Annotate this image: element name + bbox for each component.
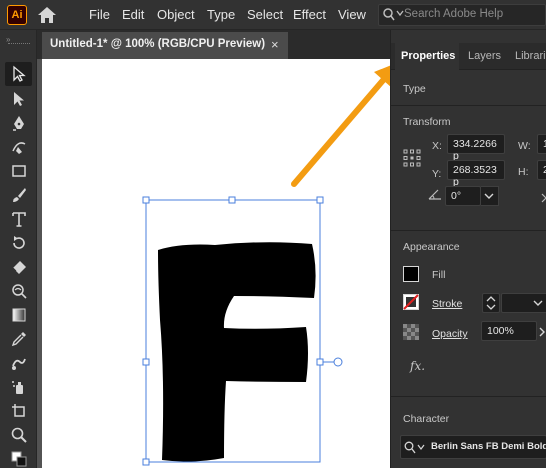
flip-icon[interactable] (541, 193, 546, 203)
w-label: W: (518, 140, 531, 152)
y-label: Y: (432, 168, 442, 180)
chevron-right-icon[interactable] (538, 326, 546, 338)
letter-f-artwork[interactable] (158, 242, 316, 462)
section-divider (391, 396, 546, 397)
stroke-weight-field[interactable] (501, 293, 533, 313)
angle-dropdown-button[interactable] (481, 186, 499, 206)
stroke-weight-stepper[interactable] (482, 293, 500, 313)
section-divider (391, 230, 546, 231)
fill-label: Fill (432, 269, 446, 281)
chevron-down-icon (484, 193, 494, 199)
search-icon (404, 441, 416, 454)
w-field[interactable]: 1 (537, 134, 546, 154)
h-field[interactable]: 2 (537, 160, 546, 180)
chevron-down-icon (417, 444, 425, 450)
angle-icon (428, 189, 441, 200)
opacity-label[interactable]: Opacity (432, 328, 468, 340)
rotate-handle[interactable] (333, 357, 343, 367)
type-section-title: Type (403, 83, 426, 95)
x-field[interactable]: 334.2266 p (447, 134, 505, 162)
chevron-down-icon (533, 300, 543, 306)
stroke-swatch-none-icon[interactable] (403, 294, 419, 310)
tab-libraries[interactable]: Librari (515, 50, 546, 62)
rotate-angle-field[interactable]: 0° (445, 186, 481, 206)
stepper-icon (486, 296, 496, 310)
properties-panel: Properties Layers Librari Type Transform… (390, 30, 546, 468)
opacity-checker-icon (403, 324, 419, 340)
panel-tabs: Properties Layers Librari (391, 43, 546, 70)
annotation-arrow-properties (291, 62, 399, 187)
transform-section-title: Transform (403, 116, 451, 128)
stroke-weight-dropdown[interactable] (531, 293, 546, 313)
h-label: H: (518, 166, 529, 178)
y-field[interactable]: 268.3523 p (447, 160, 505, 188)
tab-layers[interactable]: Layers (468, 50, 501, 62)
section-divider (391, 105, 546, 106)
character-section-title: Character (403, 413, 450, 425)
tab-properties[interactable]: Properties (401, 50, 455, 62)
appearance-section-title: Appearance (403, 241, 460, 253)
x-label: X: (432, 140, 442, 152)
reference-point-icon[interactable] (403, 149, 421, 167)
fx-button[interactable]: fx. (410, 359, 425, 373)
opacity-field[interactable]: 100% (481, 321, 537, 341)
stroke-label[interactable]: Stroke (432, 298, 462, 310)
fill-swatch[interactable] (403, 266, 419, 282)
